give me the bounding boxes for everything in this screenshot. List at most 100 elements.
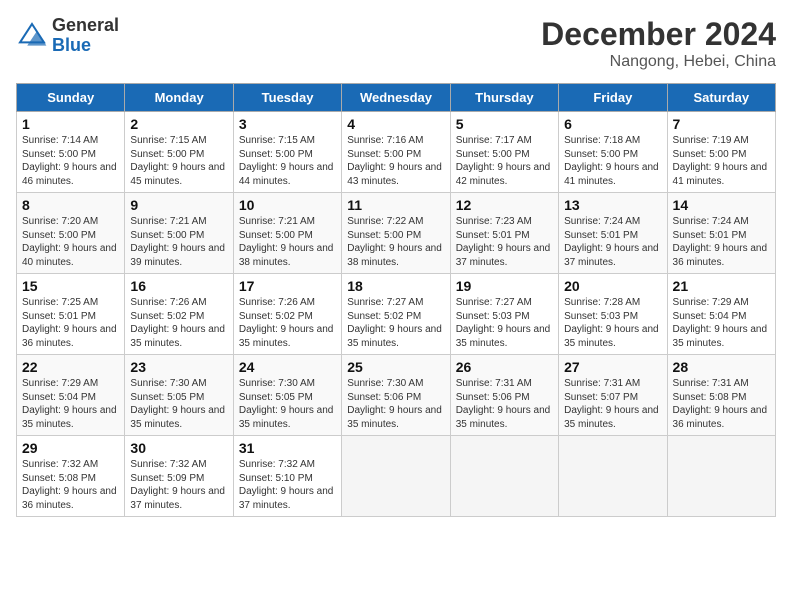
day-header-tuesday: Tuesday — [233, 84, 341, 112]
day-header-monday: Monday — [125, 84, 233, 112]
day-header-saturday: Saturday — [667, 84, 775, 112]
calendar-cell: 1 Sunrise: 7:14 AMSunset: 5:00 PMDaylight… — [17, 112, 125, 193]
day-header-thursday: Thursday — [450, 84, 558, 112]
calendar-cell: 9 Sunrise: 7:21 AMSunset: 5:00 PMDaylight… — [125, 193, 233, 274]
day-number: 22 — [22, 359, 119, 375]
cell-details: Sunrise: 7:17 AMSunset: 5:00 PMDaylight:… — [456, 134, 553, 188]
day-number: 2 — [130, 116, 227, 132]
calendar-cell: 30 Sunrise: 7:32 AMSunset: 5:09 PMDayligh… — [125, 436, 233, 517]
day-number: 8 — [22, 197, 119, 213]
calendar-cell: 19Sunrise: 7:27 AMSunset: 5:03 PMDayligh… — [450, 274, 558, 355]
calendar-cell: 6Sunrise: 7:18 AMSunset: 5:00 PMDaylight… — [559, 112, 667, 193]
cell-details: Sunrise: 7:23 AMSunset: 5:01 PMDaylight:… — [456, 215, 553, 269]
calendar-table: SundayMondayTuesdayWednesdayThursdayFrid… — [16, 83, 776, 517]
day-number: 28 — [673, 359, 770, 375]
calendar-cell: 11 Sunrise: 7:22 AMSunset: 5:00 PMDayligh… — [342, 193, 450, 274]
calendar-week-4: 22 Sunrise: 7:29 AMSunset: 5:04 PMDayligh… — [17, 355, 776, 436]
cell-details: Sunrise: 7:32 AMSunset: 5:08 PMDaylight:… — [22, 458, 119, 512]
day-header-sunday: Sunday — [17, 84, 125, 112]
cell-details: Sunrise: 7:26 AMSunset: 5:02 PMDaylight:… — [130, 296, 227, 350]
cell-details: Sunrise: 7:21 AMSunset: 5:00 PMDaylight:… — [130, 215, 227, 269]
calendar-cell: 26 Sunrise: 7:31 AMSunset: 5:06 PMDayligh… — [450, 355, 558, 436]
day-number: 18 — [347, 278, 444, 294]
day-number: 30 — [130, 440, 227, 456]
day-number: 4 — [347, 116, 444, 132]
cell-details: Sunrise: 7:29 AMSunset: 5:04 PMDaylight:… — [673, 296, 770, 350]
page-header: General Blue December 2024 Nangong, Hebe… — [16, 16, 776, 71]
calendar-cell: 17Sunrise: 7:26 AMSunset: 5:02 PMDayligh… — [233, 274, 341, 355]
day-number: 26 — [456, 359, 553, 375]
day-number: 21 — [673, 278, 770, 294]
day-header-friday: Friday — [559, 84, 667, 112]
cell-details: Sunrise: 7:21 AMSunset: 5:00 PMDaylight:… — [239, 215, 336, 269]
cell-details: Sunrise: 7:31 AMSunset: 5:06 PMDaylight:… — [456, 377, 553, 431]
calendar-cell: 12 Sunrise: 7:23 AMSunset: 5:01 PMDayligh… — [450, 193, 558, 274]
calendar-cell: 4Sunrise: 7:16 AMSunset: 5:00 PMDaylight… — [342, 112, 450, 193]
calendar-cell: 5Sunrise: 7:17 AMSunset: 5:00 PMDaylight… — [450, 112, 558, 193]
day-number: 9 — [130, 197, 227, 213]
day-number: 19 — [456, 278, 553, 294]
calendar-cell: 14 Sunrise: 7:24 AMSunset: 5:01 PMDayligh… — [667, 193, 775, 274]
calendar-week-3: 15 Sunrise: 7:25 AMSunset: 5:01 PMDayligh… — [17, 274, 776, 355]
day-number: 14 — [673, 197, 770, 213]
calendar-cell: 16 Sunrise: 7:26 AMSunset: 5:02 PMDayligh… — [125, 274, 233, 355]
calendar-cell — [342, 436, 450, 517]
calendar-week-5: 29Sunrise: 7:32 AMSunset: 5:08 PMDayligh… — [17, 436, 776, 517]
day-number: 16 — [130, 278, 227, 294]
day-number: 23 — [130, 359, 227, 375]
calendar-cell: 22 Sunrise: 7:29 AMSunset: 5:04 PMDayligh… — [17, 355, 125, 436]
day-number: 6 — [564, 116, 661, 132]
day-number: 11 — [347, 197, 444, 213]
calendar-cell: 20Sunrise: 7:28 AMSunset: 5:03 PMDayligh… — [559, 274, 667, 355]
month-title: December 2024 — [541, 16, 776, 53]
day-number: 15 — [22, 278, 119, 294]
calendar-cell: 13Sunrise: 7:24 AMSunset: 5:01 PMDayligh… — [559, 193, 667, 274]
calendar-cell: 2 Sunrise: 7:15 AMSunset: 5:00 PMDaylight… — [125, 112, 233, 193]
cell-details: Sunrise: 7:15 AMSunset: 5:00 PMDaylight:… — [130, 134, 227, 188]
calendar-cell: 7Sunrise: 7:19 AMSunset: 5:00 PMDaylight… — [667, 112, 775, 193]
cell-details: Sunrise: 7:19 AMSunset: 5:00 PMDaylight:… — [673, 134, 770, 188]
logo-line1: General — [52, 16, 119, 36]
calendar-cell — [559, 436, 667, 517]
location: Nangong, Hebei, China — [541, 53, 776, 71]
cell-details: Sunrise: 7:22 AMSunset: 5:00 PMDaylight:… — [347, 215, 444, 269]
calendar-cell: 25Sunrise: 7:30 AMSunset: 5:06 PMDayligh… — [342, 355, 450, 436]
calendar-cell: 24 Sunrise: 7:30 AMSunset: 5:05 PMDayligh… — [233, 355, 341, 436]
day-number: 10 — [239, 197, 336, 213]
cell-details: Sunrise: 7:25 AMSunset: 5:01 PMDaylight:… — [22, 296, 119, 350]
calendar-week-2: 8 Sunrise: 7:20 AMSunset: 5:00 PMDaylight… — [17, 193, 776, 274]
calendar-week-1: 1 Sunrise: 7:14 AMSunset: 5:00 PMDaylight… — [17, 112, 776, 193]
calendar-cell: 18 Sunrise: 7:27 AMSunset: 5:02 PMDayligh… — [342, 274, 450, 355]
day-number: 12 — [456, 197, 553, 213]
cell-details: Sunrise: 7:30 AMSunset: 5:05 PMDaylight:… — [239, 377, 336, 431]
cell-details: Sunrise: 7:32 AMSunset: 5:09 PMDaylight:… — [130, 458, 227, 512]
cell-details: Sunrise: 7:27 AMSunset: 5:02 PMDaylight:… — [347, 296, 444, 350]
day-number: 20 — [564, 278, 661, 294]
cell-details: Sunrise: 7:14 AMSunset: 5:00 PMDaylight:… — [22, 134, 119, 188]
day-header-wednesday: Wednesday — [342, 84, 450, 112]
calendar-cell: 10 Sunrise: 7:21 AMSunset: 5:00 PMDayligh… — [233, 193, 341, 274]
calendar-cell: 29Sunrise: 7:32 AMSunset: 5:08 PMDayligh… — [17, 436, 125, 517]
logo-line2: Blue — [52, 36, 119, 56]
cell-details: Sunrise: 7:31 AMSunset: 5:08 PMDaylight:… — [673, 377, 770, 431]
calendar-cell: 15 Sunrise: 7:25 AMSunset: 5:01 PMDayligh… — [17, 274, 125, 355]
day-number: 3 — [239, 116, 336, 132]
day-number: 24 — [239, 359, 336, 375]
title-block: December 2024 Nangong, Hebei, China — [541, 16, 776, 71]
logo: General Blue — [16, 16, 119, 56]
calendar-cell: 21 Sunrise: 7:29 AMSunset: 5:04 PMDayligh… — [667, 274, 775, 355]
cell-details: Sunrise: 7:20 AMSunset: 5:00 PMDaylight:… — [22, 215, 119, 269]
day-number: 27 — [564, 359, 661, 375]
cell-details: Sunrise: 7:30 AMSunset: 5:05 PMDaylight:… — [130, 377, 227, 431]
calendar-cell: 27Sunrise: 7:31 AMSunset: 5:07 PMDayligh… — [559, 355, 667, 436]
cell-details: Sunrise: 7:24 AMSunset: 5:01 PMDaylight:… — [673, 215, 770, 269]
logo-icon — [16, 20, 48, 52]
cell-details: Sunrise: 7:29 AMSunset: 5:04 PMDaylight:… — [22, 377, 119, 431]
cell-details: Sunrise: 7:32 AMSunset: 5:10 PMDaylight:… — [239, 458, 336, 512]
day-number: 1 — [22, 116, 119, 132]
calendar-cell: 8 Sunrise: 7:20 AMSunset: 5:00 PMDaylight… — [17, 193, 125, 274]
calendar-header-row: SundayMondayTuesdayWednesdayThursdayFrid… — [17, 84, 776, 112]
cell-details: Sunrise: 7:30 AMSunset: 5:06 PMDaylight:… — [347, 377, 444, 431]
day-number: 17 — [239, 278, 336, 294]
calendar-cell: 3Sunrise: 7:15 AMSunset: 5:00 PMDaylight… — [233, 112, 341, 193]
